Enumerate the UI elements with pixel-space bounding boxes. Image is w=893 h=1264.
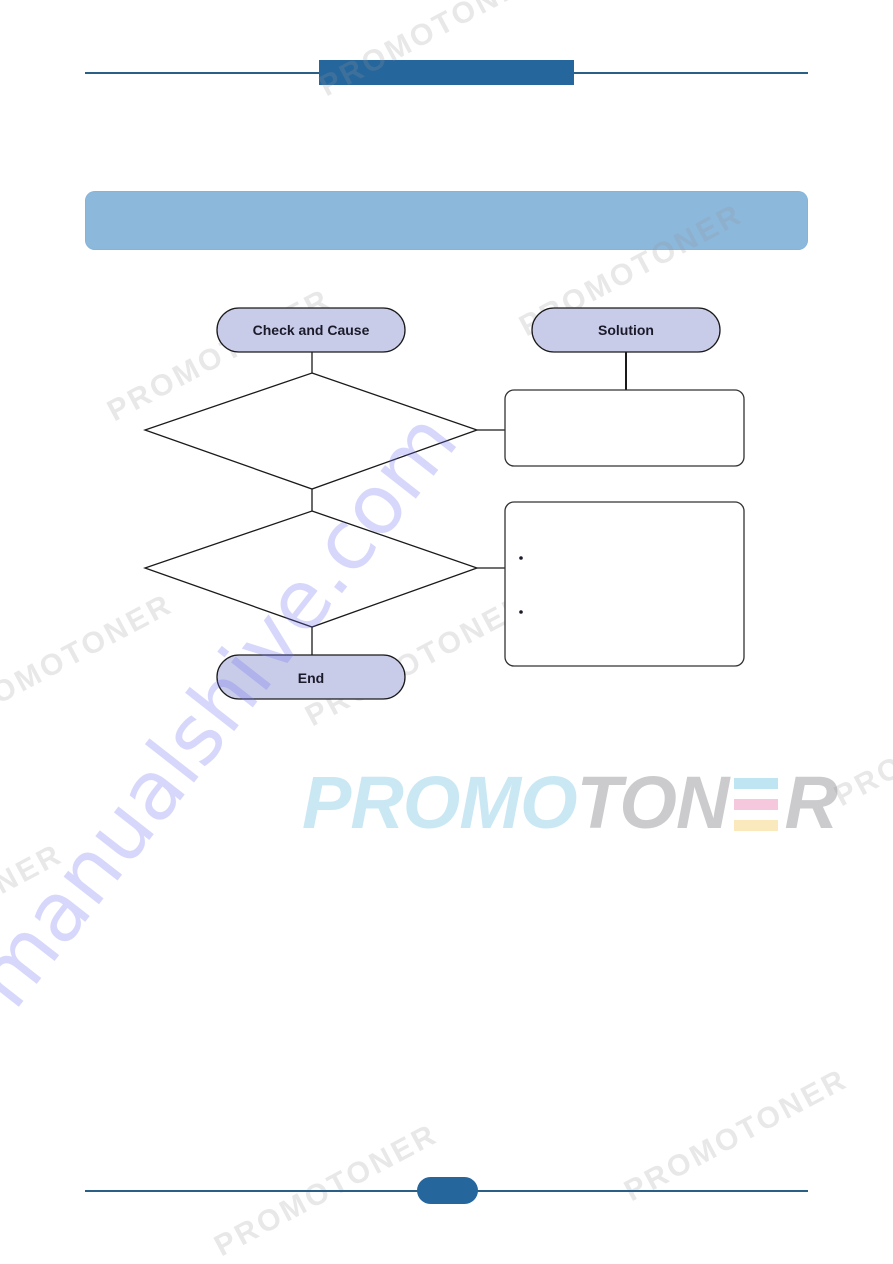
end-label: End — [298, 670, 324, 686]
troubleshooting-flowchart: Check and Cause Solution End — [143, 307, 745, 700]
bullet-icon — [519, 610, 523, 614]
solution-label: Solution — [598, 322, 654, 338]
bullet-icon — [519, 556, 523, 560]
solution-box-2 — [504, 501, 745, 667]
decision-diamond-2 — [143, 510, 479, 628]
decision-diamond-1 — [143, 372, 479, 490]
page-number-badge — [417, 1177, 478, 1204]
solution-box-1 — [504, 389, 745, 467]
check-and-cause-label: Check and Cause — [253, 322, 370, 338]
